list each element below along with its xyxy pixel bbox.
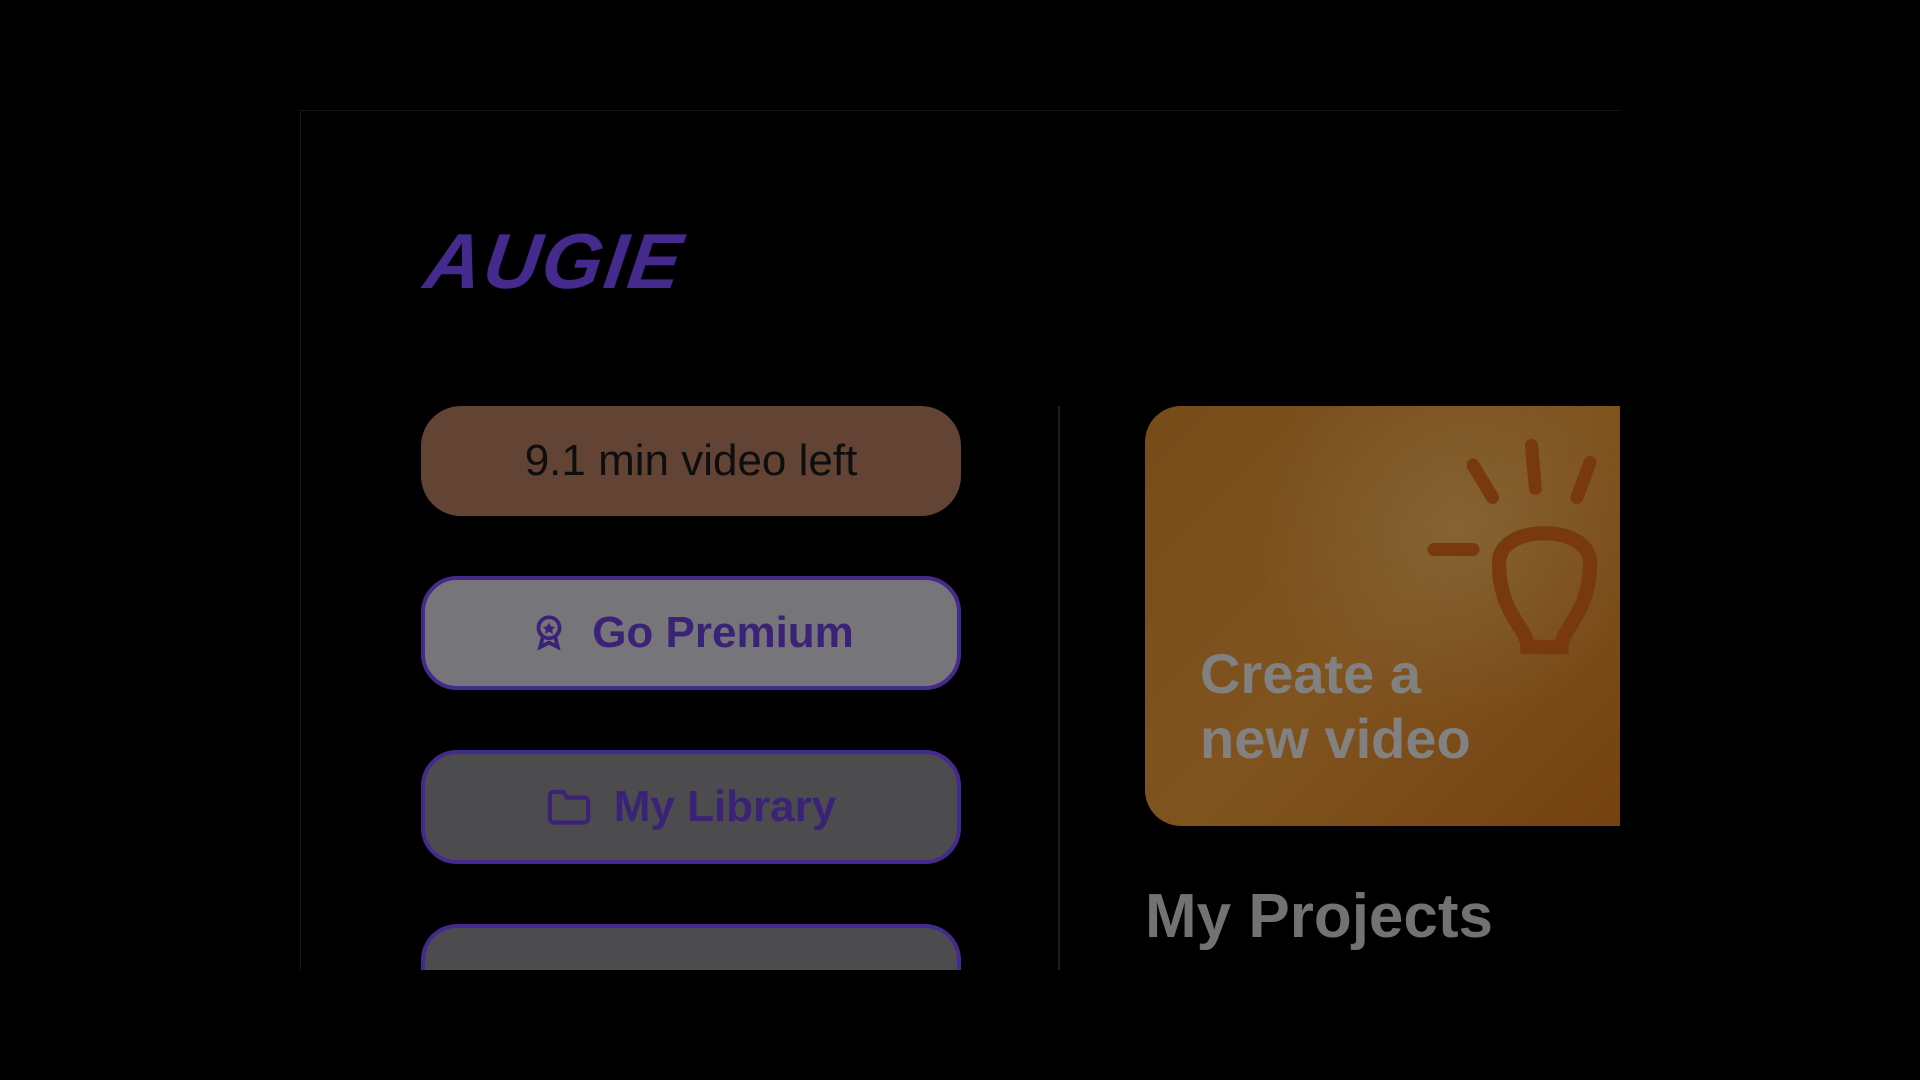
sidebar-item-partial[interactable] bbox=[421, 924, 961, 970]
go-premium-label: Go Premium bbox=[592, 608, 854, 658]
premium-badge-icon bbox=[528, 612, 570, 654]
create-new-video-card[interactable]: Create a new video bbox=[1145, 406, 1620, 826]
create-line-2: new video bbox=[1200, 707, 1471, 771]
my-library-button[interactable]: My Library bbox=[421, 750, 961, 864]
vertical-divider bbox=[1058, 406, 1060, 970]
quota-label: 9.1 min video left bbox=[525, 436, 858, 485]
my-projects-heading: My Projects bbox=[1145, 881, 1620, 952]
my-library-label: My Library bbox=[614, 782, 837, 832]
create-card-text: Create a new video bbox=[1200, 642, 1471, 771]
brand-logo: AUGIE bbox=[420, 216, 690, 307]
main-content: Create a new video My Projects bbox=[1145, 406, 1620, 952]
app-window: AUGIE 9.1 min video left Go Premium bbox=[300, 110, 1620, 970]
go-premium-button[interactable]: Go Premium bbox=[421, 576, 961, 690]
sidebar: 9.1 min video left Go Premium My Library bbox=[421, 406, 961, 970]
create-line-1: Create a bbox=[1200, 642, 1471, 706]
video-quota-badge: 9.1 min video left bbox=[421, 406, 961, 516]
folder-icon bbox=[546, 787, 592, 827]
